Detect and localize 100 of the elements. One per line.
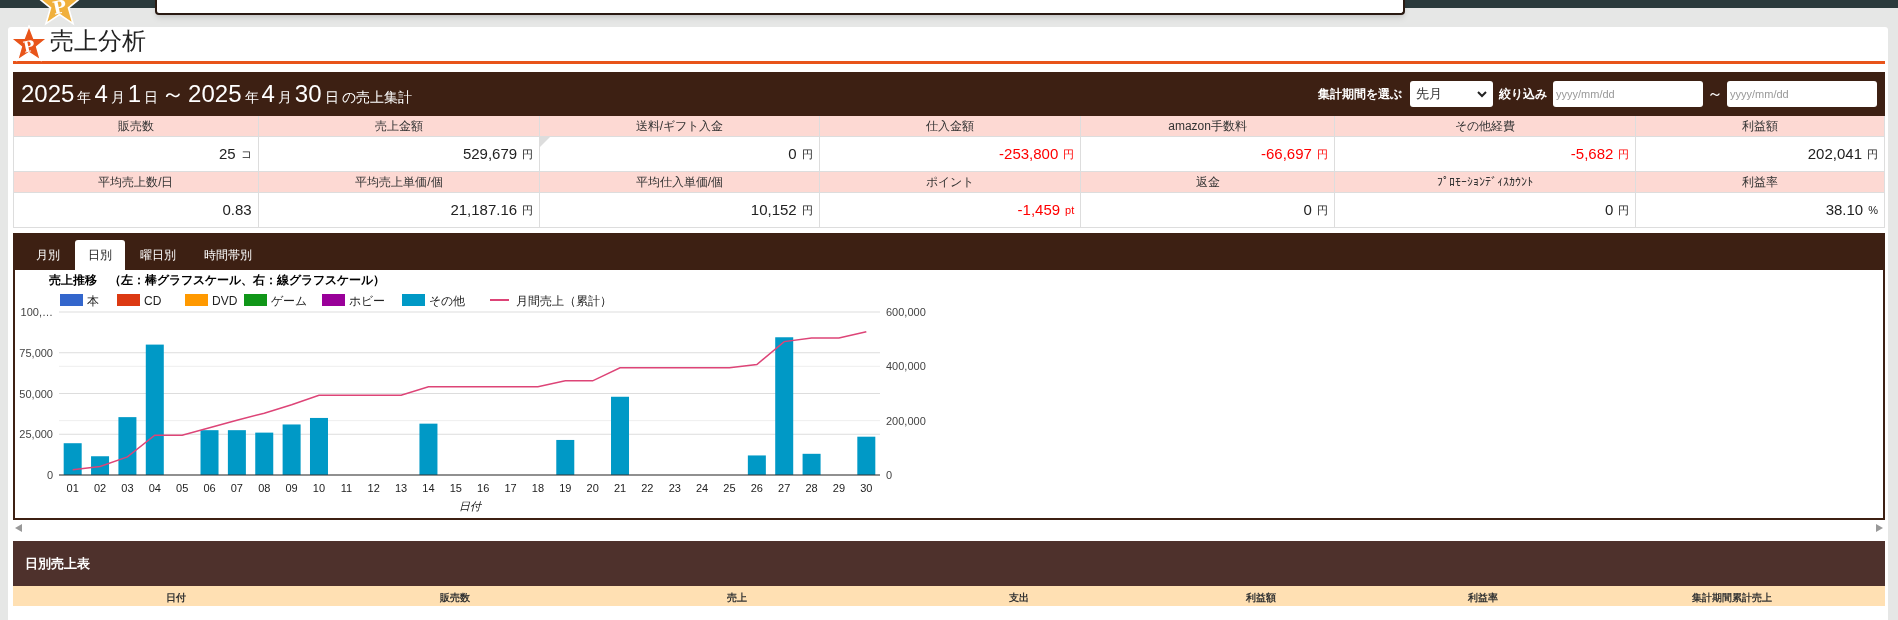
stat-value: 38.10 — [1825, 199, 1864, 220]
bar — [556, 439, 575, 475]
axis-tick-label: 19 — [559, 482, 572, 494]
axis-tick-label: 17 — [504, 482, 517, 494]
axis-tick-label: 23 — [668, 482, 681, 494]
stat-unit: 円 — [1063, 146, 1075, 162]
axis-tick-label: 07 — [230, 482, 243, 494]
axis-tick-label: 29 — [832, 482, 846, 494]
column-header: 支出 — [1007, 591, 1030, 605]
axis-tick-label: 28 — [805, 482, 818, 494]
stat-unit: 円 — [1316, 146, 1328, 162]
stat-label: 利益率 — [1636, 172, 1885, 193]
section-title: 日別売上表 — [25, 554, 90, 573]
stat-unit: 円 — [801, 202, 813, 218]
axis-tick-label: 26 — [750, 482, 763, 494]
stat-label: 平均仕入単価/個 — [540, 172, 820, 193]
stat-value: 202,041 — [1807, 143, 1862, 164]
bar — [419, 423, 438, 475]
range-separator: ～ — [1707, 84, 1723, 104]
date-to-field[interactable]: yyyy/mm/dd — [1727, 81, 1877, 107]
axis-tick-label: 11 — [340, 482, 353, 494]
legend-label: 本 — [87, 294, 99, 308]
stat-label: 送料/ギフト入金 — [540, 116, 820, 137]
stat-value: 25 — [218, 143, 236, 164]
stat-unit: 円 — [1618, 146, 1630, 162]
stat-unit: 円 — [522, 202, 534, 218]
stat-unit: コ — [240, 146, 252, 162]
stat-unit: 円 — [522, 146, 534, 162]
bar — [282, 424, 301, 475]
stat-value: -1,459 — [1017, 199, 1061, 220]
legend-label: ホビー — [349, 294, 385, 308]
stat-label: amazon手数料 — [1081, 116, 1335, 137]
scroll-left-arrow-icon[interactable] — [15, 524, 22, 532]
page-title: 売上分析 — [50, 25, 146, 56]
legend-label: その他 — [429, 294, 465, 308]
axis-tick-label: 25 — [723, 482, 736, 494]
axis-tick-label: 600,000 — [886, 306, 926, 318]
period-title: 2025 年 4 月 1 日～2025 年 4 月 30 日 の売上集計 — [21, 79, 412, 109]
axis-tick-label: 09 — [285, 482, 298, 494]
axis-tick-label: 01 — [66, 482, 79, 494]
column-header: 集計期間累計売上 — [1690, 591, 1773, 605]
stat-value: -253,800 — [999, 143, 1059, 164]
logo: P — [10, 24, 48, 63]
axis-tick-label: 30 — [860, 482, 873, 494]
axis-tick-label: 08 — [258, 482, 271, 494]
axis-tick-label: 20 — [586, 482, 599, 494]
stat-label: 平均売上単価/個 — [258, 172, 541, 193]
column-header: 日付 — [165, 591, 188, 605]
axis-tick-label: 02 — [93, 482, 107, 494]
period-select[interactable]: 先月 — [1410, 81, 1493, 107]
stat-label: 販売数 — [14, 116, 259, 137]
stat-value: -66,697 — [1261, 143, 1312, 164]
bar — [200, 430, 219, 475]
tab[interactable]: 月別 — [23, 240, 73, 270]
axis-tick-label: 18 — [531, 482, 545, 494]
axis-tick-label: 15 — [449, 482, 462, 494]
axis-tick-label: 06 — [203, 482, 216, 494]
date-from-field[interactable]: yyyy/mm/dd — [1553, 81, 1703, 107]
axis-title: 日付 — [458, 500, 481, 512]
axis-tick-label: 100,… — [20, 306, 53, 318]
legend-label: 月間売上（累計） — [516, 294, 612, 308]
column-header: 販売数 — [438, 591, 471, 605]
axis-tick-label: 12 — [367, 482, 380, 494]
bar — [227, 430, 246, 475]
axis-tick-label: 200,000 — [886, 414, 926, 427]
axis-tick-label: 13 — [394, 482, 408, 494]
tab[interactable]: 時間帯別 — [191, 240, 265, 270]
filter-label: 絞り込み — [1499, 86, 1547, 103]
axis-tick-label: 14 — [422, 482, 435, 494]
stat-label: 平均売上数/日 — [14, 172, 259, 193]
axis-tick-label: 05 — [176, 482, 189, 494]
bar — [118, 417, 137, 475]
column-header: 利益率 — [1467, 591, 1500, 605]
axis-tick-label: 0 — [46, 469, 53, 481]
stat-label: 返金 — [1081, 172, 1335, 193]
stat-value: 0 — [1605, 199, 1614, 220]
axis-tick-label: 10 — [312, 482, 326, 494]
stat-label: 売上金額 — [258, 116, 541, 137]
axis-tick-label: 21 — [613, 482, 627, 494]
legend-label: DVD — [212, 294, 238, 308]
stat-label: 仕入金額 — [819, 116, 1082, 137]
stat-value: 529,679 — [462, 143, 518, 164]
axis-tick-label: 22 — [641, 482, 654, 494]
bar — [310, 417, 328, 475]
stat-value: 10,152 — [750, 199, 797, 220]
axis-tick-label: 400,000 — [886, 360, 926, 373]
axis-tick-label: 50,000 — [19, 387, 53, 400]
scroll-right-arrow-icon[interactable] — [1876, 524, 1883, 532]
period-label: 集計期間を選ぶ — [1318, 86, 1402, 103]
stat-value: 0 — [1303, 199, 1312, 220]
stat-unit: % — [1868, 202, 1878, 218]
stat-value: -5,682 — [1570, 143, 1614, 164]
chevron-down-icon — [1477, 90, 1487, 98]
stat-value: 21,187.16 — [450, 199, 518, 220]
legend-label: ゲーム — [271, 294, 307, 308]
tab[interactable]: 曜日別 — [127, 240, 189, 270]
tab[interactable]: 日別 — [75, 240, 125, 270]
stat-label: その他経費 — [1334, 116, 1637, 137]
stat-value: 0 — [788, 143, 797, 164]
stat-unit: pt — [1065, 202, 1075, 218]
